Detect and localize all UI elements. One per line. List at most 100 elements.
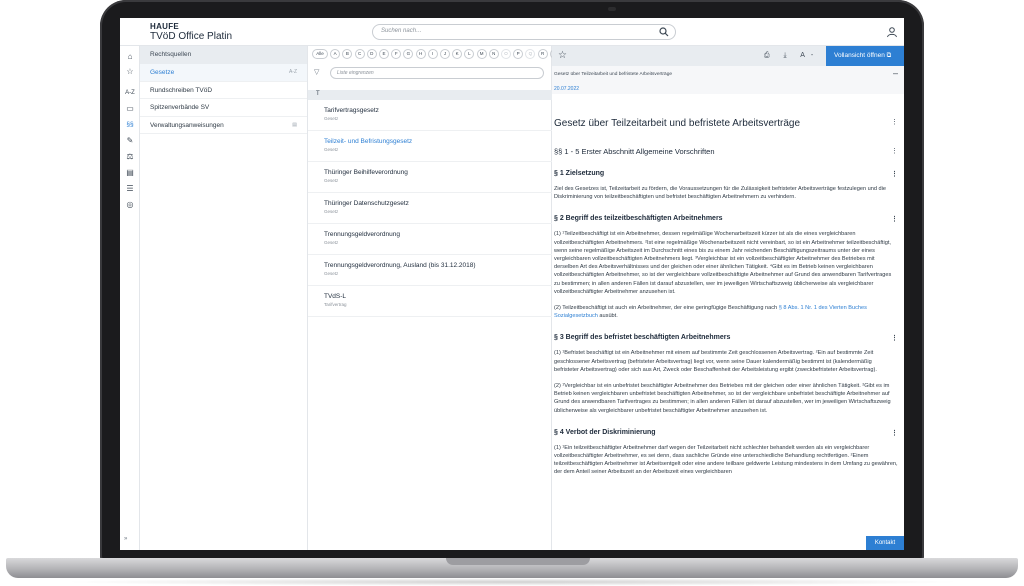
law-type: Gesetz — [324, 209, 339, 214]
letter-filter-m[interactable]: M — [476, 49, 487, 59]
search-placeholder: Suchen nach… — [381, 28, 423, 34]
letter-filter-q: Q — [525, 49, 536, 59]
document-icon[interactable]: ▤ — [292, 122, 297, 128]
category-item-verwaltungsanweisungen[interactable]: Verwaltungsanweisungen ▤ — [140, 117, 307, 134]
category-label: Gesetze — [150, 69, 175, 76]
expand-rail-icon[interactable]: » — [124, 536, 127, 542]
letter-filter-j[interactable]: J — [440, 49, 450, 59]
document-breadcrumb: Gesetz über Teilzeitarbeit und befristet… — [552, 66, 904, 94]
bookmark-star-icon[interactable]: ☆ — [558, 50, 567, 61]
external-link-icon: ⧉ — [886, 52, 892, 59]
letter-filter-l[interactable]: L — [464, 49, 475, 59]
law-type: Gesetz — [324, 116, 339, 121]
paragraph-text: (1) ¹Befristet beschäftigt ist ein Arbei… — [554, 350, 877, 373]
calendar-icon[interactable]: ▤ — [124, 168, 136, 178]
product-name: TVöD Office Platin — [150, 31, 233, 42]
letter-filter-g[interactable]: G — [403, 49, 414, 59]
letter-filter-h[interactable]: H — [415, 49, 426, 59]
law-list-item[interactable]: Tarifvertragsgesetz Gesetz — [308, 100, 552, 131]
breadcrumb-text: Gesetz über Teilzeitarbeit und befristet… — [554, 72, 673, 77]
category-label: Spitzenverbände SV — [150, 104, 210, 111]
az-sort-icon[interactable]: A-Z — [289, 69, 297, 75]
paragraph-heading: § 1 Zielsetzung ⋮ — [554, 170, 898, 178]
camera-notch — [608, 7, 616, 11]
more-icon[interactable]: ⋮ — [891, 215, 898, 223]
category-header: Rechtsquellen — [140, 46, 307, 64]
search-input[interactable]: Suchen nach… — [372, 24, 676, 40]
filter-icon[interactable]: ▽ — [314, 68, 324, 78]
law-title: Thüringer Beihilfeverordnung — [324, 169, 408, 176]
letter-filter-b[interactable]: B — [342, 49, 353, 59]
law-list-item[interactable]: Trennungsgeldverordnung, Ausland (bis 31… — [308, 255, 552, 286]
law-type: Gesetz — [324, 240, 339, 245]
law-list-item[interactable]: Thüringer Beihilfeverordnung Gesetz — [308, 162, 552, 193]
paragraph-text: (2) Teilzeitbeschäftigt ist auch ein Arb… — [554, 305, 867, 320]
letter-filter-f[interactable]: F — [391, 49, 402, 59]
paragraph-heading: § 3 Begriff des befristet beschäftigten … — [554, 334, 898, 343]
law-list-item[interactable]: Thüringer Datenschutzgesetz Gesetz — [308, 193, 552, 224]
letter-filter-e[interactable]: E — [379, 49, 389, 59]
contact-button[interactable]: Kontakt — [866, 536, 904, 550]
law-type: Tarifvertrag — [324, 302, 347, 307]
paragraph-icon[interactable]: §§ — [124, 120, 136, 130]
coins-icon[interactable]: ◎ — [124, 200, 136, 210]
law-title: Trennungsgeldverordnung, Ausland (bis 31… — [324, 262, 476, 269]
home-icon[interactable]: ⌂ — [124, 52, 136, 62]
paragraph-heading: § 4 Verbot der Diskriminierung ⋮ — [554, 428, 898, 437]
document-title: Gesetz über Teilzeitarbeit und befristet… — [554, 118, 898, 129]
law-list-panel: AlleABCDEFGHIJKLMNOPQRSTUVWXYZ ▽ Liste e… — [308, 46, 646, 550]
user-icon[interactable] — [886, 26, 898, 38]
paragraph-text: Ziel des Gesetzes ist, Teilzeitarbeit zu… — [554, 186, 886, 201]
law-list-item[interactable]: Trennungsgeldverordnung Gesetz — [308, 224, 552, 255]
law-list-item[interactable]: Teilzeit- und Befristungsgesetz Gesetz — [308, 131, 552, 162]
document-toolbar: ☆ ⎙ ⤓ A- A+ Vollansicht öffnen ⧉ — [552, 46, 904, 66]
paragraph-text: (1) ¹Ein teilzeitbeschäftigter Arbeitneh… — [554, 444, 898, 476]
letter-filter-a[interactable]: A — [330, 49, 341, 59]
law-type: Gesetz — [324, 271, 339, 276]
star-icon[interactable]: ☆ — [124, 67, 136, 77]
law-list: Tarifvertragsgesetz Gesetz Teilzeit- und B… — [308, 100, 552, 317]
id-card-icon[interactable]: ▭ — [124, 104, 136, 114]
list-icon[interactable]: ☰ — [124, 184, 136, 194]
list-filter: ▽ Liste eingrenzen — [314, 67, 546, 79]
law-type: Gesetz — [324, 147, 339, 152]
law-title: Trennungsgeldverordnung — [324, 231, 401, 238]
letter-filter-r[interactable]: R — [537, 49, 548, 59]
filter-input[interactable]: Liste eingrenzen — [330, 67, 544, 79]
category-item-spitzenverbaende[interactable]: Spitzenverbände SV — [140, 99, 307, 117]
list-group-header: T — [308, 90, 552, 100]
app-header: HAUFE TVöD Office Platin Suchen nach… — [120, 18, 904, 46]
more-icon[interactable]: ⋮ — [891, 170, 898, 178]
open-full-view-button[interactable]: Vollansicht öffnen ⧉ — [826, 46, 904, 66]
paragraph-text: (1) ¹Teilzeitbeschäftigt ist ein Arbeitn… — [554, 231, 892, 295]
letter-filter-c[interactable]: C — [354, 49, 365, 59]
letter-filter-d[interactable]: D — [366, 49, 377, 59]
note-icon[interactable]: ✎ — [124, 136, 136, 146]
law-title: Tarifvertragsgesetz — [324, 107, 379, 114]
letter-filter-k[interactable]: K — [452, 49, 463, 59]
collapse-icon[interactable]: – — [893, 68, 898, 78]
law-list-item[interactable]: TVdS-L Tarifvertrag — [308, 286, 552, 317]
letter-filter-i[interactable]: I — [427, 49, 438, 59]
scale-icon[interactable]: ⚖ — [124, 152, 136, 162]
letter-filter-p[interactable]: P — [513, 49, 524, 59]
law-type: Gesetz — [324, 178, 339, 183]
laptop-shadow — [60, 578, 964, 586]
letter-filter-alle[interactable]: Alle — [312, 49, 328, 59]
letter-filter-n[interactable]: N — [488, 49, 499, 59]
paragraph-heading: § 2 Begriff des teilzeitbeschäftigten Ar… — [554, 215, 898, 224]
brand-logo[interactable]: HAUFE — [150, 22, 179, 31]
more-icon[interactable]: ⋮ — [891, 429, 898, 437]
paragraph-text: (2) ¹Vergleichbar ist ein unbefristet be… — [554, 383, 891, 414]
category-item-rundschreiben[interactable]: Rundschreiben TVöD — [140, 82, 307, 99]
laptop-frame: HAUFE TVöD Office Platin Suchen nach… ⌂ … — [0, 0, 1024, 586]
search-icon[interactable] — [659, 27, 669, 37]
more-icon[interactable]: ⋮ — [891, 118, 898, 126]
category-item-gesetze[interactable]: Gesetze A-Z — [140, 64, 307, 82]
az-icon[interactable]: A-Z — [124, 88, 136, 98]
document-body: Gesetz über Teilzeitarbeit und befristet… — [552, 94, 904, 550]
more-icon[interactable]: ⋮ — [891, 147, 898, 155]
more-icon[interactable]: ⋮ — [891, 334, 898, 342]
category-panel: Rechtsquellen Gesetze A-Z Rundschreiben … — [140, 46, 308, 550]
document-date: 20.07.2022 — [554, 86, 580, 92]
